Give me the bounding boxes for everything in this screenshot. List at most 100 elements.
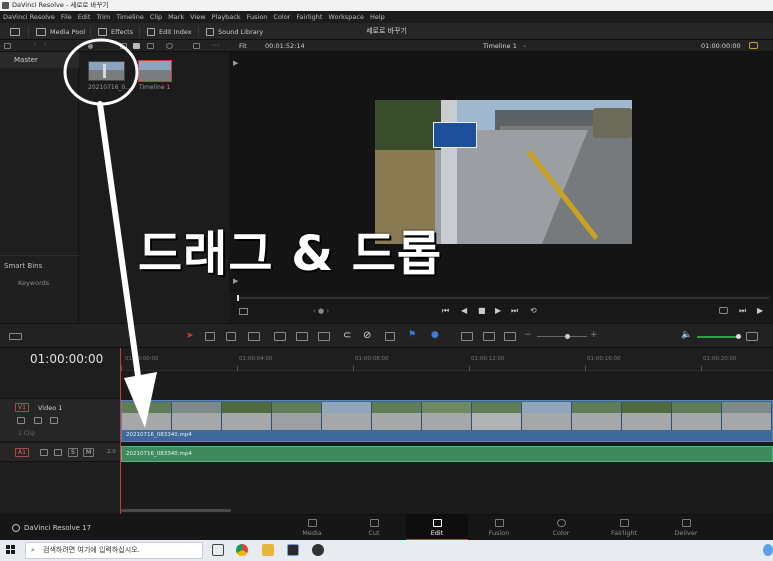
- volume-slider[interactable]: [697, 336, 737, 338]
- app-icon[interactable]: [312, 544, 324, 556]
- weather-icon[interactable]: [763, 544, 773, 556]
- file-explorer-icon[interactable]: [262, 544, 274, 556]
- menu-workspace[interactable]: Workspace: [328, 13, 364, 21]
- zoom-fit-dropdown[interactable]: Fit: [239, 42, 247, 50]
- task-view-icon[interactable]: [212, 544, 224, 556]
- snapping-icon[interactable]: ⊂: [343, 330, 351, 341]
- volume-slider-handle[interactable]: [736, 334, 741, 339]
- menu-playback[interactable]: Playback: [212, 13, 241, 21]
- menu-color[interactable]: Color: [273, 13, 290, 21]
- stop-icon[interactable]: ■: [478, 306, 486, 315]
- taskbar-search-box[interactable]: ⌕ 검색하려면 여기에 입력하십시오.: [25, 542, 203, 559]
- menu-timeline[interactable]: Timeline: [116, 13, 144, 21]
- next-edit-icon[interactable]: ⏭: [739, 306, 746, 316]
- smart-bin-keywords[interactable]: Keywords: [18, 279, 49, 287]
- timeline-ruler[interactable]: 01:00:00:00 01:00:04:00 01:00:08:00 01:0…: [121, 348, 773, 371]
- viewer-left-toggle-icon[interactable]: ▶: [233, 59, 238, 67]
- timeline-video-clip[interactable]: 20210716_083340.mp4: [121, 400, 773, 442]
- menu-mark[interactable]: Mark: [168, 13, 184, 21]
- tab-edit[interactable]: Edit: [406, 515, 468, 541]
- menu-file[interactable]: File: [61, 13, 72, 21]
- overwrite-clip-icon[interactable]: [296, 332, 308, 341]
- lock-icon[interactable]: [40, 449, 48, 456]
- zoom-full-icon[interactable]: [461, 332, 473, 341]
- timeline-playhead[interactable]: [120, 348, 121, 514]
- volume-icon[interactable]: 🔈: [681, 330, 692, 340]
- thumbnail-view-icon[interactable]: [133, 43, 140, 49]
- jog-control[interactable]: ‹ ● ›: [313, 307, 329, 315]
- mute-button[interactable]: M: [83, 448, 95, 457]
- lock-icon[interactable]: [17, 417, 25, 424]
- viewer-options-icon[interactable]: [749, 42, 758, 49]
- loop-icon[interactable]: ⟲: [530, 306, 537, 315]
- menu-trim[interactable]: Trim: [96, 13, 110, 21]
- clip-thumbnail-timeline[interactable]: [138, 60, 172, 82]
- solo-button[interactable]: S: [68, 448, 78, 457]
- menu-davinci[interactable]: DaVinci Resolve: [3, 13, 55, 21]
- auto-select-icon[interactable]: [34, 417, 42, 424]
- viewer-scrub-bar[interactable]: [237, 297, 769, 299]
- trim-tool-icon[interactable]: [205, 332, 215, 341]
- blade-tool-icon[interactable]: [248, 332, 260, 341]
- linked-selection-icon[interactable]: ⊘: [363, 330, 371, 341]
- track-header-audio-1[interactable]: A1 S M 2.0: [0, 444, 121, 462]
- tab-media[interactable]: Media: [281, 515, 343, 541]
- auto-select-icon[interactable]: [54, 449, 62, 456]
- list-view-icon[interactable]: [147, 43, 154, 49]
- chrome-icon[interactable]: [236, 544, 248, 556]
- metadata-view-icon[interactable]: [120, 43, 127, 49]
- dim-icon[interactable]: [746, 332, 758, 341]
- windows-start-button[interactable]: [6, 545, 16, 555]
- zoom-slider-track[interactable]: [537, 336, 587, 337]
- track-badge-a1[interactable]: A1: [15, 448, 29, 457]
- menu-view[interactable]: View: [190, 13, 205, 21]
- track-name-video-1[interactable]: Video 1: [38, 404, 62, 412]
- position-lock-icon[interactable]: [385, 332, 395, 341]
- track-badge-v1[interactable]: V1: [15, 403, 29, 412]
- replace-clip-icon[interactable]: [318, 332, 330, 341]
- play-icon[interactable]: ▶: [495, 306, 501, 315]
- more-options-icon[interactable]: ···: [212, 41, 220, 50]
- timeline-audio-clip[interactable]: 20210716_083340.mp4: [121, 446, 773, 462]
- clip-thumbnail-video[interactable]: [88, 61, 125, 81]
- play-reverse-icon[interactable]: ◀: [461, 306, 467, 315]
- bin-master[interactable]: Master: [0, 52, 79, 68]
- tab-fusion[interactable]: Fusion: [468, 515, 530, 541]
- sort-icon[interactable]: [193, 43, 200, 49]
- chevron-down-icon[interactable]: ⌄: [522, 41, 527, 49]
- menu-clip[interactable]: Clip: [150, 13, 162, 21]
- tab-fairlight[interactable]: Fairlight: [593, 515, 655, 541]
- menu-help[interactable]: Help: [370, 13, 385, 21]
- menu-fusion[interactable]: Fusion: [247, 13, 268, 21]
- insert-clip-icon[interactable]: [274, 332, 286, 341]
- zoom-custom-icon[interactable]: [504, 332, 516, 341]
- menu-fairlight[interactable]: Fairlight: [296, 13, 322, 21]
- track-visibility-icon[interactable]: [50, 417, 58, 424]
- zoom-slider-handle[interactable]: [565, 334, 570, 339]
- viewer-scrub-playhead[interactable]: [237, 295, 239, 301]
- transform-icon[interactable]: [239, 308, 248, 315]
- match-frame-icon[interactable]: [719, 307, 728, 314]
- timeline-layout-icon[interactable]: [9, 333, 22, 340]
- zoom-detail-icon[interactable]: [483, 332, 495, 341]
- flag-icon[interactable]: ⚑: [408, 330, 416, 340]
- tab-color[interactable]: Color: [530, 515, 592, 541]
- zoom-out-icon[interactable]: −: [524, 330, 532, 340]
- timeline-horizontal-scrollbar[interactable]: [121, 509, 231, 512]
- menu-edit[interactable]: Edit: [78, 13, 91, 21]
- marker-icon[interactable]: ●: [431, 330, 439, 340]
- tab-cut[interactable]: Cut: [343, 515, 405, 541]
- go-to-start-icon[interactable]: ⏮: [442, 306, 449, 316]
- zoom-in-icon[interactable]: +: [590, 330, 598, 340]
- thumbnail-size-slider[interactable]: [88, 44, 93, 49]
- go-to-end-icon[interactable]: ⏭: [511, 306, 518, 316]
- selection-tool-icon[interactable]: ➤: [186, 331, 194, 341]
- davinci-resolve-taskbar-icon[interactable]: [287, 544, 299, 556]
- tab-deliver[interactable]: Deliver: [655, 515, 717, 541]
- nav-back-icon[interactable]: ‹: [34, 41, 41, 48]
- timeline-selector[interactable]: Timeline 1: [483, 42, 517, 50]
- dynamic-trim-icon[interactable]: [226, 332, 236, 341]
- smart-bins-header[interactable]: Smart Bins: [4, 262, 42, 270]
- viewer-right-toggle-icon[interactable]: ▶: [757, 306, 763, 315]
- sidebar-toggle-icon[interactable]: [4, 43, 11, 49]
